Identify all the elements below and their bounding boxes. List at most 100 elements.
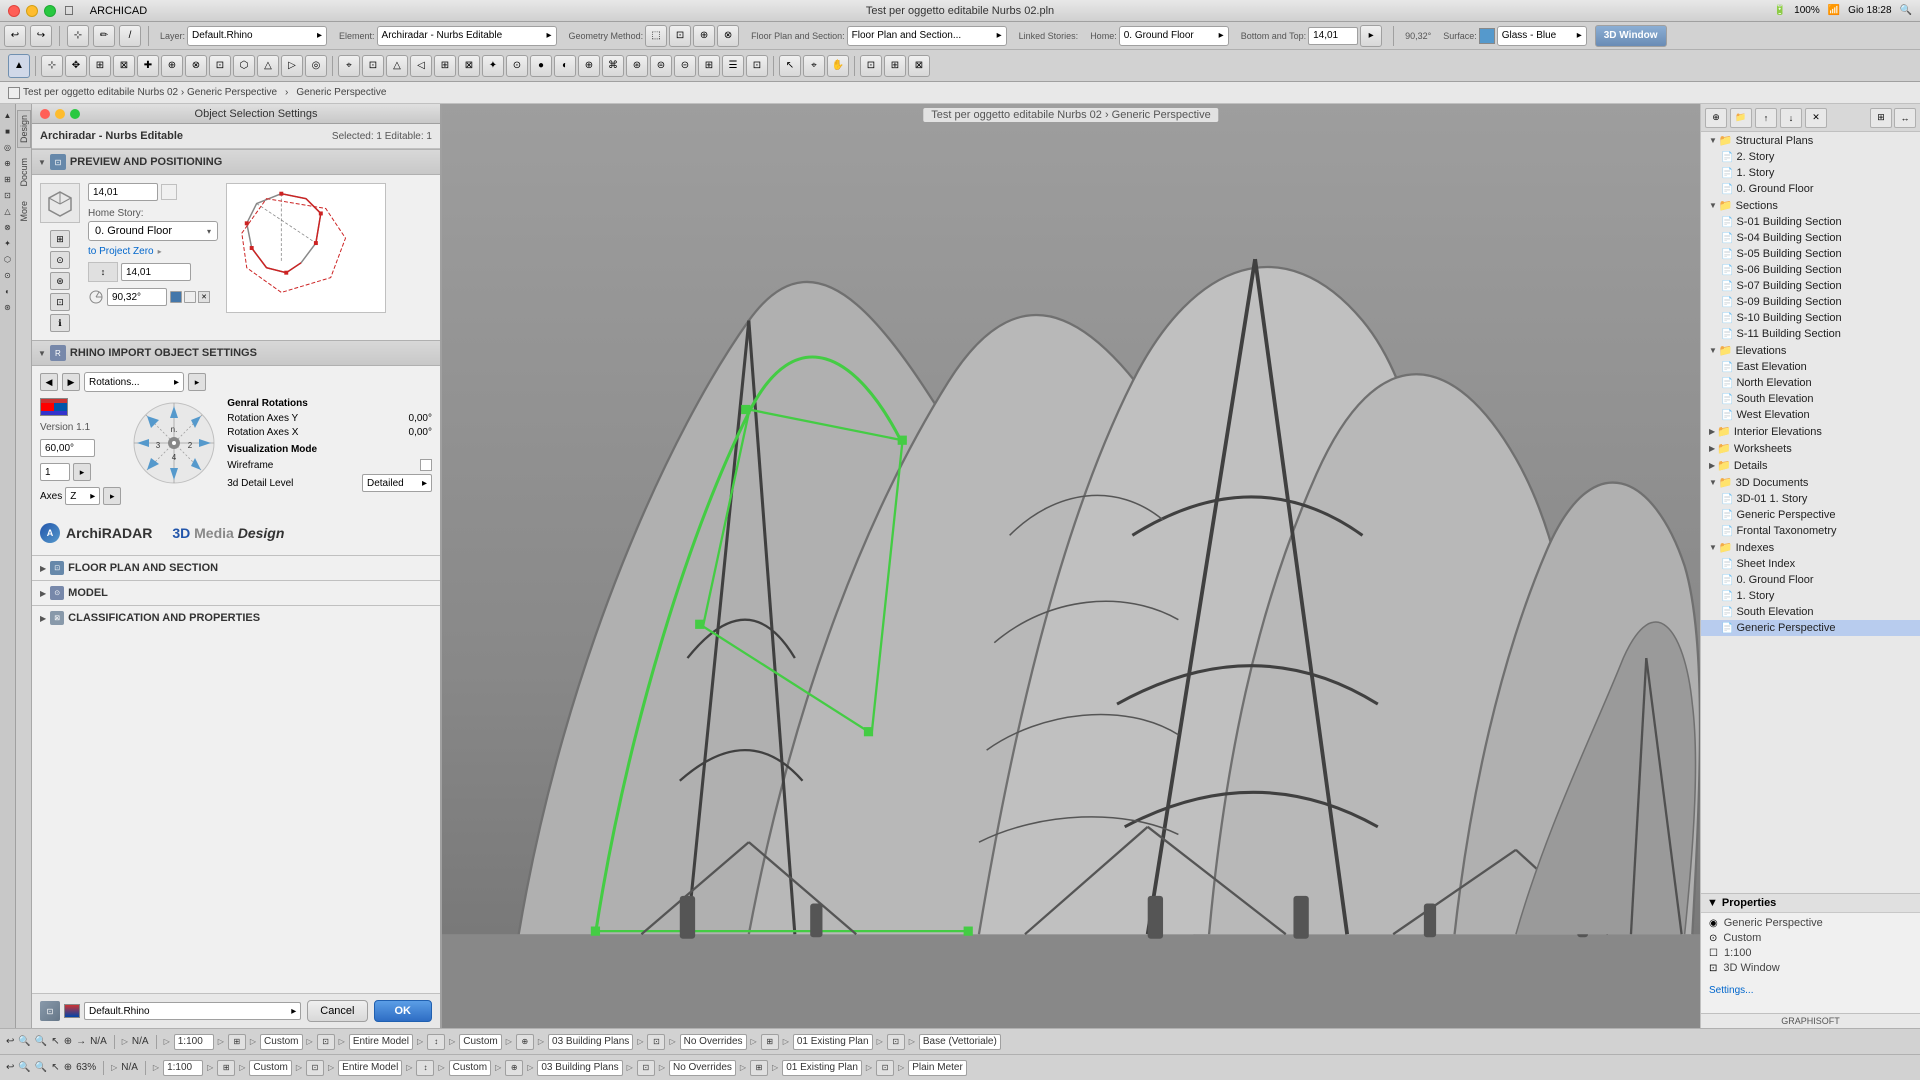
custom-2[interactable]: Custom (459, 1034, 501, 1050)
s2-arrow-16[interactable]: ▷ (898, 1063, 904, 1072)
zoom-tool[interactable]: ⌖ (803, 55, 825, 77)
3d-viewport[interactable]: Test per oggetto editabile Nurbs 02 › Ge… (442, 104, 1700, 1028)
s-arrow-10[interactable]: ▷ (538, 1037, 544, 1046)
footer-layer-dropdown[interactable]: Default.Rhino ▸ (84, 1002, 301, 1020)
pencil-tool[interactable]: ✏ (93, 25, 115, 47)
wireframe-checkbox[interactable] (420, 459, 432, 471)
left-tool-9[interactable]: ✦ (1, 236, 15, 250)
tool-9[interactable]: ⬡ (233, 55, 255, 77)
docum-tab[interactable]: Docum (18, 154, 30, 191)
tool-6[interactable]: ⊕ (161, 55, 183, 77)
minimize-button[interactable] (26, 5, 38, 17)
count-input[interactable] (40, 463, 70, 481)
model-section-toggle[interactable]: ▶ ⊙ MODEL (32, 581, 440, 605)
s01-item[interactable]: 📄 S-01 Building Section (1701, 214, 1920, 230)
entire-model-1[interactable]: Entire Model (349, 1034, 413, 1050)
s2-btn-6[interactable]: ⊞ (750, 1060, 768, 1076)
s2-btn-1[interactable]: ⊞ (217, 1060, 235, 1076)
zoom-cursor-2[interactable]: ↖ (51, 1062, 59, 1073)
angle-step-input[interactable] (40, 439, 95, 457)
select-tool[interactable]: ⊹ (67, 25, 89, 47)
left-tool-10[interactable]: ⬡ (1, 252, 15, 266)
nav-3[interactable]: ⊕ (64, 1062, 72, 1073)
right-down-btn[interactable]: ↓ (1780, 108, 1802, 128)
s10-item[interactable]: 📄 S-10 Building Section (1701, 310, 1920, 326)
zoom-2[interactable]: 🔍 (18, 1062, 30, 1073)
tool-26[interactable]: ⊜ (650, 55, 672, 77)
details-folder[interactable]: ▶ 📁 Details (1701, 457, 1920, 474)
custom-3[interactable]: Custom (249, 1060, 291, 1076)
nav-tool[interactable]: ⊠ (908, 55, 930, 77)
s04-item[interactable]: 📄 S-04 Building Section (1701, 230, 1920, 246)
building-plans-2[interactable]: 03 Building Plans (537, 1060, 622, 1076)
surface-dropdown[interactable]: Glass - Blue ▸ (1497, 26, 1587, 46)
expand-btn[interactable]: ↔ (1894, 108, 1916, 128)
cube-preview[interactable] (40, 183, 80, 223)
render-tool[interactable]: ⊡ (860, 55, 882, 77)
structural-plans-folder[interactable]: ▼ 📁 Structural Plans (1701, 132, 1920, 149)
preview-ctrl-3[interactable]: ⊛ (50, 272, 70, 290)
base-vettoriale[interactable]: Base (Vettoriale) (919, 1034, 1001, 1050)
geo-btn-4[interactable]: ⊗ (717, 25, 739, 47)
sheet-index-item[interactable]: 📄 Sheet Index (1701, 556, 1920, 572)
s07-item[interactable]: 📄 S-07 Building Section (1701, 278, 1920, 294)
s-arrow-13[interactable]: ▷ (751, 1037, 757, 1046)
tool-24[interactable]: ⌘ (602, 55, 624, 77)
angle-chk-2[interactable] (184, 291, 196, 303)
s2-arrow-11[interactable]: ▷ (627, 1063, 633, 1072)
rhino-nav-right2[interactable]: ▸ (188, 373, 206, 391)
tool-15[interactable]: △ (386, 55, 408, 77)
tool-17[interactable]: ⊞ (434, 55, 456, 77)
tool-19[interactable]: ✦ (482, 55, 504, 77)
s-arrow-9[interactable]: ▷ (506, 1037, 512, 1046)
s-arrow-15[interactable]: ▷ (877, 1037, 883, 1046)
s2-arrow-8[interactable]: ▷ (438, 1063, 444, 1072)
right-new-btn[interactable]: ⊕ (1705, 108, 1727, 128)
tool-2[interactable]: ✥ (65, 55, 87, 77)
rotations-dropdown[interactable]: Rotations... ▸ (84, 372, 184, 392)
bottom-top-input[interactable]: 14,01 (1308, 27, 1358, 45)
s-arrow-6[interactable]: ▷ (339, 1037, 345, 1046)
south-elev-item[interactable]: 📄 South Elevation (1701, 391, 1920, 407)
left-tool-6[interactable]: ⊡ (1, 188, 15, 202)
zoom-status[interactable]: 🔍 (18, 1036, 30, 1047)
axes-dropdown[interactable]: Z ▸ (65, 487, 100, 505)
s05-item[interactable]: 📄 S-05 Building Section (1701, 246, 1920, 262)
value-input-1[interactable] (88, 183, 158, 201)
panel-maximize[interactable] (70, 109, 80, 119)
tool-20[interactable]: ⊙ (506, 55, 528, 77)
status-btn-3[interactable]: ↕ (427, 1034, 445, 1050)
3d-01-item[interactable]: 📄 3D-01 1. Story (1701, 491, 1920, 507)
tool-10[interactable]: △ (257, 55, 279, 77)
view-btn[interactable]: ⊞ (1870, 108, 1892, 128)
generic-persp-item[interactable]: 📄 Generic Perspective (1701, 507, 1920, 523)
s2-btn-2[interactable]: ⊡ (306, 1060, 324, 1076)
scale-1[interactable]: 1:100 (174, 1034, 214, 1050)
right-folder-btn[interactable]: 📁 (1730, 108, 1752, 128)
south-elev-index-item[interactable]: 📄 South Elevation (1701, 604, 1920, 620)
east-elev-item[interactable]: 📄 East Elevation (1701, 359, 1920, 375)
hand-tool[interactable]: ✋ (827, 55, 849, 77)
s2-arrow-5[interactable]: ▷ (296, 1063, 302, 1072)
s2-arrow-12[interactable]: ▷ (659, 1063, 665, 1072)
s2-arrow-2[interactable]: ▷ (153, 1063, 159, 1072)
tool-18[interactable]: ⊠ (458, 55, 480, 77)
layer-dropdown[interactable]: Default.Rhino ▸ (187, 26, 327, 46)
home-story-dropdown[interactable]: 0. Ground Floor ▾ (88, 221, 218, 241)
axes-expand[interactable]: ▸ (103, 487, 121, 505)
s2-btn-4[interactable]: ⊕ (505, 1060, 523, 1076)
status-btn-1[interactable]: ⊞ (228, 1034, 246, 1050)
s-arrow-11[interactable]: ▷ (637, 1037, 643, 1046)
undo-button[interactable]: ↩ (4, 25, 26, 47)
window-controls[interactable] (8, 5, 56, 17)
tool-30[interactable]: ⊡ (746, 55, 768, 77)
right-up-btn[interactable]: ↑ (1755, 108, 1777, 128)
generic-persp-index-item[interactable]: 📄 Generic Perspective (1701, 620, 1920, 636)
west-elev-item[interactable]: 📄 West Elevation (1701, 407, 1920, 423)
tool-12[interactable]: ◎ (305, 55, 327, 77)
tool-28[interactable]: ⊞ (698, 55, 720, 77)
left-tool-4[interactable]: ⊕ (1, 156, 15, 170)
tool-5[interactable]: ✚ (137, 55, 159, 77)
status-btn-2[interactable]: ⊡ (317, 1034, 335, 1050)
angle-chk-1[interactable] (170, 291, 182, 303)
